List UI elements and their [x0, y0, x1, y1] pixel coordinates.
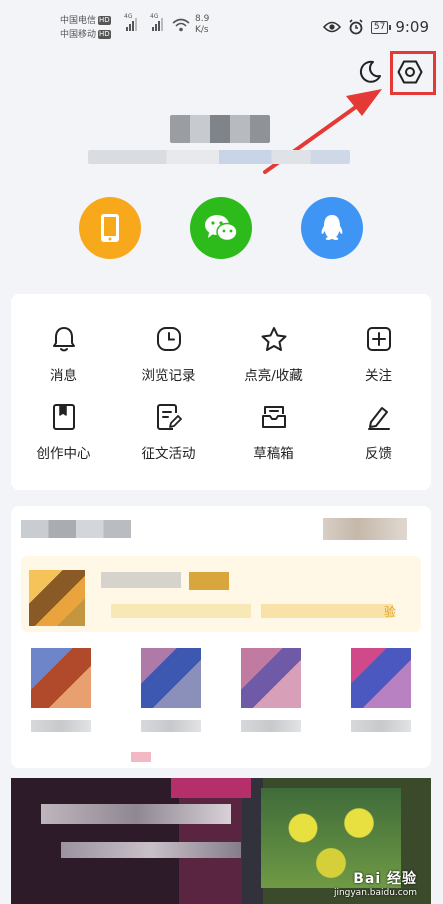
status-bar: 中国电信 HD 中国移动 HD 4G 4G 8.9 K/s 57 9:09 — [0, 0, 443, 50]
menu-item-creator-center[interactable]: 创作中心 — [11, 402, 116, 462]
clock-time: 9:09 — [395, 18, 429, 36]
menu-item-drafts[interactable]: 草稿箱 — [221, 402, 326, 462]
carrier-2: 中国移动 — [60, 30, 97, 40]
signal-icon-2: 4G — [150, 13, 163, 31]
vip-tag: 验 — [384, 605, 397, 619]
vip-avatar — [29, 570, 85, 626]
banner-text-blurred — [41, 804, 231, 824]
eye-icon — [322, 21, 341, 33]
vip-badge-blurred — [189, 572, 229, 590]
banner-text-blurred — [61, 842, 241, 858]
thumbnail[interactable] — [241, 648, 301, 708]
menu-item-essay-events[interactable]: 征文活动 — [116, 402, 221, 462]
menu-item-feedback[interactable]: 反馈 — [326, 402, 431, 462]
user-id-blurred — [88, 150, 350, 164]
inbox-icon — [261, 406, 286, 428]
thumbnail[interactable] — [141, 648, 201, 708]
menu-item-follow[interactable]: 关注 — [326, 324, 431, 384]
wechat-login-button[interactable] — [190, 197, 252, 259]
thumbnail-caption — [31, 720, 91, 732]
bell-icon — [52, 327, 75, 352]
vip-desc-blurred — [261, 604, 393, 618]
section-title-blurred — [21, 520, 131, 538]
moon-icon — [359, 60, 381, 83]
menu-label: 征文活动 — [141, 446, 196, 462]
star-icon — [261, 326, 286, 351]
promo-banner[interactable]: Bai 经验 jingyan.baidu.com — [11, 778, 431, 904]
thumbnail[interactable] — [31, 648, 91, 708]
hd-badge-1: HD — [98, 16, 111, 25]
bookmark-doc-icon — [52, 404, 75, 430]
wifi-icon — [172, 18, 190, 32]
wechat-icon — [205, 215, 238, 242]
alarm-icon — [349, 19, 363, 35]
plus-square-icon — [366, 327, 391, 351]
highlight-box — [390, 51, 436, 95]
menu-label: 浏览记录 — [141, 368, 196, 384]
hd-badge-2: HD — [98, 30, 111, 39]
qq-login-button[interactable] — [301, 197, 363, 259]
thumbnail-caption — [141, 720, 201, 732]
menu-label: 关注 — [365, 368, 392, 384]
signal-icon-1: 4G — [124, 13, 137, 31]
night-mode-button[interactable] — [352, 54, 388, 90]
thumbnail[interactable] — [351, 648, 411, 708]
thumbnail-caption — [241, 720, 301, 732]
watermark-main: Bai 经验 — [353, 871, 417, 887]
username-blurred — [170, 115, 270, 143]
menu-label: 反馈 — [365, 446, 392, 462]
indicator-blurred — [131, 752, 151, 762]
banner-accent — [171, 778, 251, 798]
thumbnail-caption — [351, 720, 411, 732]
vip-banner[interactable]: 验 — [21, 556, 421, 632]
vip-desc-blurred — [111, 604, 251, 618]
carrier-1: 中国电信 — [60, 16, 97, 26]
qq-icon — [321, 215, 343, 240]
menu-item-history[interactable]: 浏览记录 — [116, 324, 221, 384]
section-link-blurred[interactable] — [323, 518, 407, 540]
menu-label: 消息 — [50, 368, 77, 384]
menu-label: 草稿箱 — [253, 446, 294, 462]
pencil-icon — [367, 407, 390, 430]
menu-label: 点亮/收藏 — [244, 368, 303, 384]
clock-icon — [156, 327, 181, 351]
carrier-info: 中国电信 HD 中国移动 HD — [60, 14, 111, 42]
battery-indicator: 57 — [370, 20, 392, 34]
menu-card: 消息 浏览记录 点亮/收藏 关注 创作中心 征文活动 草稿箱 反馈 — [11, 294, 431, 490]
watermark-url: jingyan.baidu.com — [333, 888, 417, 898]
edit-doc-icon — [156, 404, 182, 430]
blurred-content-card: 验 — [11, 506, 431, 768]
baidu-watermark: Bai 经验 jingyan.baidu.com — [334, 868, 417, 898]
network-speed: 8.9 K/s — [195, 14, 210, 35]
phone-icon — [101, 214, 119, 242]
menu-item-favorites[interactable]: 点亮/收藏 — [221, 324, 326, 384]
vip-title-blurred — [101, 572, 181, 588]
menu-item-messages[interactable]: 消息 — [11, 324, 116, 384]
menu-label: 创作中心 — [36, 446, 91, 462]
phone-login-button[interactable] — [79, 197, 141, 259]
